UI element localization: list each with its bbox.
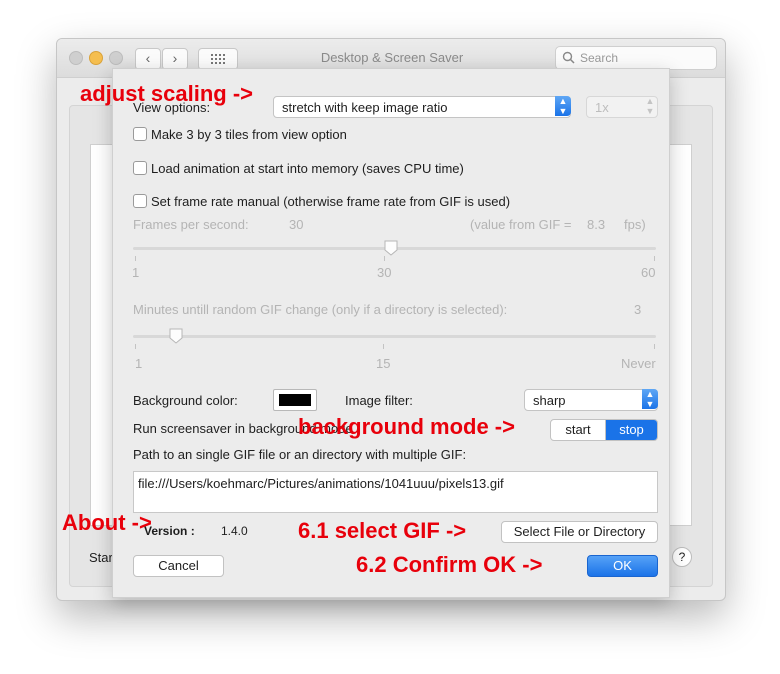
image-filter-value: sharp [533,393,566,408]
forward-button[interactable]: › [162,48,188,70]
fps-value: 30 [289,217,304,232]
gif-fps-label: (value from GIF = [470,217,572,232]
popup-arrows-icon: ▲ ▼ [555,96,571,116]
question-icon: ? [678,550,686,564]
slider-tick [135,344,136,349]
fps-tick-min: 1 [132,265,140,280]
window-title: Desktop & Screen Saver [320,50,464,65]
view-options-value: stretch with keep image ratio [282,100,448,115]
background-color-label: Background color: [133,393,238,408]
gif-fps-value: 8.3 [587,217,606,232]
slider-tick [383,344,384,349]
back-button[interactable]: ‹ [135,48,161,70]
annotation-background-mode: background mode -> [298,414,515,439]
ok-button[interactable]: OK [587,555,658,577]
minutes-value: 3 [634,302,642,317]
chevron-left-icon: ‹ [145,50,151,66]
path-field[interactable]: file:///Users/koehmarc/Pictures/animatio… [133,471,658,513]
annotation-scaling: adjust scaling -> [80,81,253,106]
minutes-slider-thumb[interactable] [169,328,183,344]
annotation-select-gif: 6.1 select GIF -> [298,518,467,543]
minutes-tick-mid: 15 [376,356,391,371]
load-memory-checkbox[interactable] [133,161,147,175]
frame-rate-label: Set frame rate manual (otherwise frame r… [151,194,511,209]
minutes-tick-min: 1 [135,356,143,371]
search-placeholder: Search [580,51,619,65]
load-memory-label: Load animation at start into memory (sav… [151,161,464,176]
tiles-label: Make 3 by 3 tiles from view option [151,127,347,142]
show-all-button[interactable] [198,48,238,70]
slider-tick [135,256,136,261]
image-filter-label: Image filter: [345,393,413,408]
chevron-right-icon: › [172,50,178,66]
fps-label: Frames per second: [133,217,249,232]
grid-icon [211,54,225,64]
start-segment[interactable]: start [551,420,606,440]
version-value: 1.4.0 [221,524,248,538]
help-button[interactable]: ? [672,547,692,567]
annotation-confirm: 6.2 Confirm OK -> [356,552,543,577]
path-label: Path to an single GIF file or an directo… [133,447,467,462]
frame-rate-checkbox[interactable] [133,194,147,208]
minutes-label: Minutes untill random GIF change (only i… [133,302,508,317]
popup-arrows-icon: ▲ ▼ [645,96,655,116]
fps-tick-max: 60 [641,265,656,280]
select-file-button[interactable]: Select File or Directory [501,521,658,543]
color-swatch [279,394,311,406]
minimize-window-button[interactable] [89,51,103,65]
annotation-about: About -> [62,510,152,535]
start-after-label: Star [89,550,113,565]
fps-slider-thumb[interactable] [384,240,398,256]
slider-tick [384,256,385,261]
search-icon [562,51,575,64]
slider-tick [654,256,655,261]
view-options-popup[interactable]: stretch with keep image ratio ▲ ▼ [273,96,571,118]
background-mode-control: start stop [550,419,658,441]
minutes-tick-max: Never [621,356,656,371]
fps-tick-mid: 30 [377,265,392,280]
popup-arrows-icon: ▲ ▼ [642,389,658,409]
scale-value: 1x [595,100,609,115]
gif-fps-unit: fps) [624,217,646,232]
cancel-button[interactable]: Cancel [133,555,224,577]
background-color-well[interactable] [273,389,317,411]
path-value: file:///Users/koehmarc/Pictures/animatio… [138,476,504,491]
tiles-checkbox[interactable] [133,127,147,141]
scale-popup[interactable]: 1x ▲ ▼ [586,96,658,118]
zoom-window-button[interactable] [109,51,123,65]
search-field[interactable]: Search [555,46,717,70]
slider-tick [654,344,655,349]
image-filter-popup[interactable]: sharp ▲ ▼ [524,389,658,411]
close-window-button[interactable] [69,51,83,65]
minutes-slider-track[interactable] [133,335,656,338]
stop-segment[interactable]: stop [606,420,657,440]
